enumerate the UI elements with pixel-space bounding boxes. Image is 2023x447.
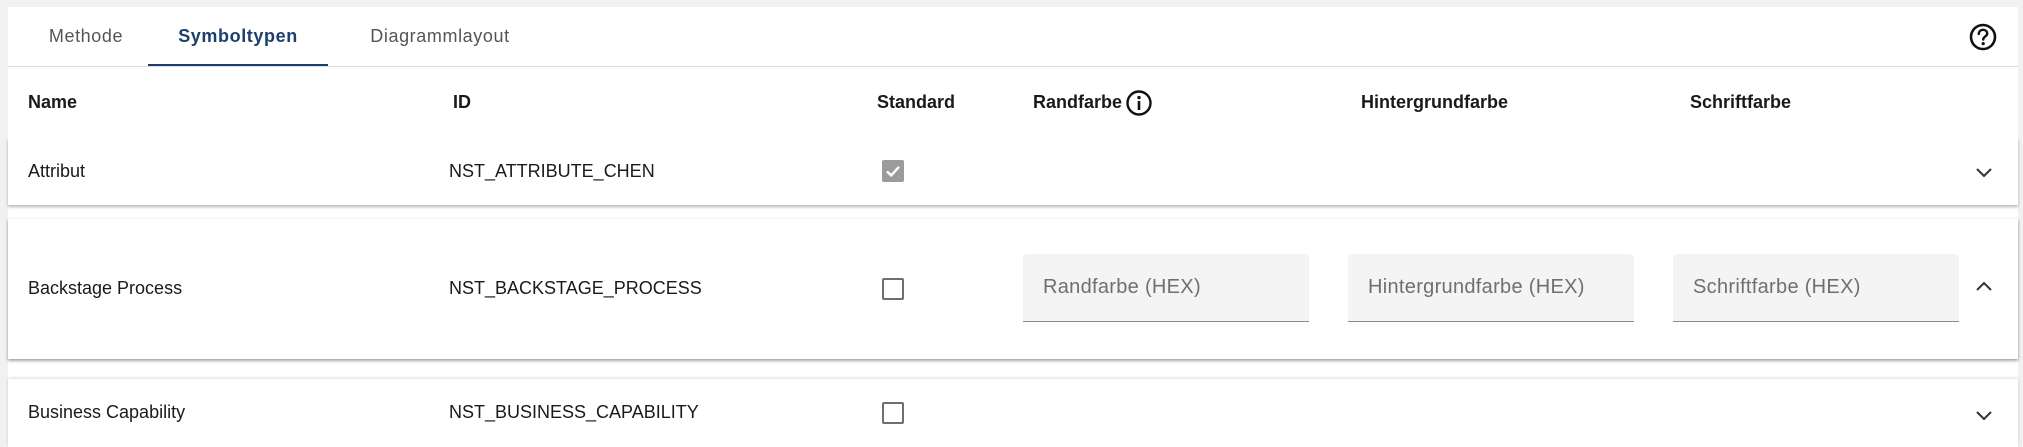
tab-methode-label: Methode [48,26,124,46]
table-header: Name ID Standard Randfarbe Hintergrundfa… [8,66,2018,139]
border-color-input[interactable] [1043,254,1293,320]
font-color-field[interactable] [1673,254,1959,322]
chevron-down-icon[interactable] [1975,409,1993,427]
column-header-name: Name [28,92,78,112]
standard-checkbox[interactable] [882,402,904,424]
tab-diagrammlayout[interactable]: Diagrammlayout [348,7,532,65]
column-header-border-color: Randfarbe [1033,92,1123,112]
tab-symboltypen[interactable]: Symboltypen [148,7,328,66]
column-header-id: ID [453,92,471,112]
tab-diagrammlayout-label: Diagrammlayout [370,26,510,46]
row-name: Attribut [28,161,86,181]
column-header-background-color: Hintergrundfarbe [1361,92,1509,112]
column-header-font-color: Schriftfarbe [1690,92,1792,112]
border-color-field[interactable] [1023,254,1309,322]
font-color-input[interactable] [1693,254,1943,320]
row-name: Business Capability [28,402,186,422]
help-circle-icon[interactable] [1968,22,1998,52]
tab-bar: Methode Symboltypen Diagrammlayout [8,7,2018,67]
row-name: Backstage Process [28,278,183,298]
row-id: NST_BACKSTAGE_PROCESS [449,278,702,298]
chevron-down-icon[interactable] [1975,166,1993,184]
standard-checkbox [882,160,904,182]
background-color-field[interactable] [1348,254,1634,322]
check-icon [886,165,900,178]
row-id: NST_ATTRIBUTE_CHEN [449,161,655,181]
standard-checkbox[interactable] [882,278,904,300]
background-color-input[interactable] [1368,254,1618,320]
tab-methode[interactable]: Methode [22,7,150,65]
row-id: NST_BUSINESS_CAPABILITY [449,402,699,422]
symbol-types-panel: Methode Symboltypen Diagrammlayout Name … [8,7,2018,447]
info-icon[interactable] [1125,89,1153,117]
table-row[interactable]: Business Capability NST_BUSINESS_CAPABIL… [8,379,2018,447]
table-row-expanded[interactable]: Backstage Process NST_BACKSTAGE_PROCESS [8,219,2018,359]
column-header-standard: Standard [877,92,956,112]
table-row[interactable]: Attribut NST_ATTRIBUTE_CHEN [8,138,2018,205]
tab-symboltypen-label: Symboltypen [178,26,298,46]
chevron-up-icon[interactable] [1975,279,1993,297]
